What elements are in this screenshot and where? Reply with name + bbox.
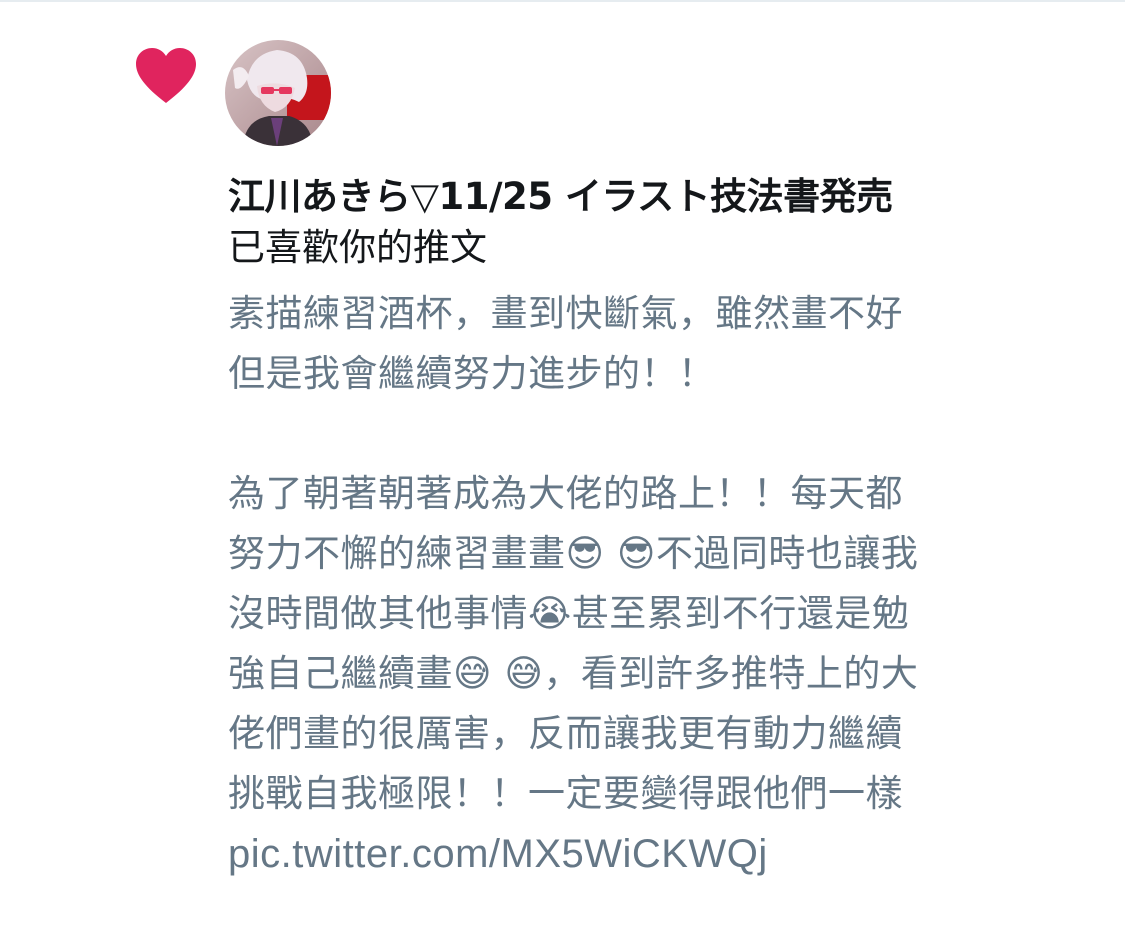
- heart-icon: [135, 47, 197, 105]
- tweet-line: 挑戰自我極限！！一定要變得跟他們一樣: [228, 772, 903, 815]
- top-divider: [0, 0, 1125, 2]
- tweet-line: 沒時間做其他事情😭甚至累到不行還是勉: [228, 592, 910, 635]
- tweet-line: 但是我會繼續努力進步的！！: [228, 352, 716, 395]
- tweet-line: 強自己繼續畫😅 😅，看到許多推特上的大: [228, 652, 919, 695]
- tweet-line: 素描練習酒杯，畫到快斷氣，雖然畫不好: [228, 292, 903, 335]
- tweet-line: 佬們畫的很厲害，反而讓我更有動力繼續: [228, 712, 903, 755]
- user-avatar[interactable]: [225, 40, 331, 146]
- tweet-line: 努力不懈的練習畫畫😎 😎不過同時也讓我: [228, 532, 919, 575]
- tweet-line: 為了朝著朝著成為大佬的路上！！每天都: [228, 472, 903, 515]
- notification-action-text: 已喜歡你的推文: [228, 226, 487, 269]
- user-name[interactable]: 江川あきら▽11/25 イラスト技法書発売: [228, 172, 1108, 222]
- tweet-line: [228, 404, 1108, 464]
- tweet-media-link[interactable]: pic.twitter.com/MX5WiCKWQj: [228, 824, 1108, 884]
- notification-content[interactable]: 江川あきら▽11/25 イラスト技法書発売 已喜歡你的推文 素描練習酒杯，畫到快…: [228, 172, 1108, 884]
- tweet-text[interactable]: 素描練習酒杯，畫到快斷氣，雖然畫不好 但是我會繼續努力進步的！！ 為了朝著朝著成…: [228, 284, 1108, 884]
